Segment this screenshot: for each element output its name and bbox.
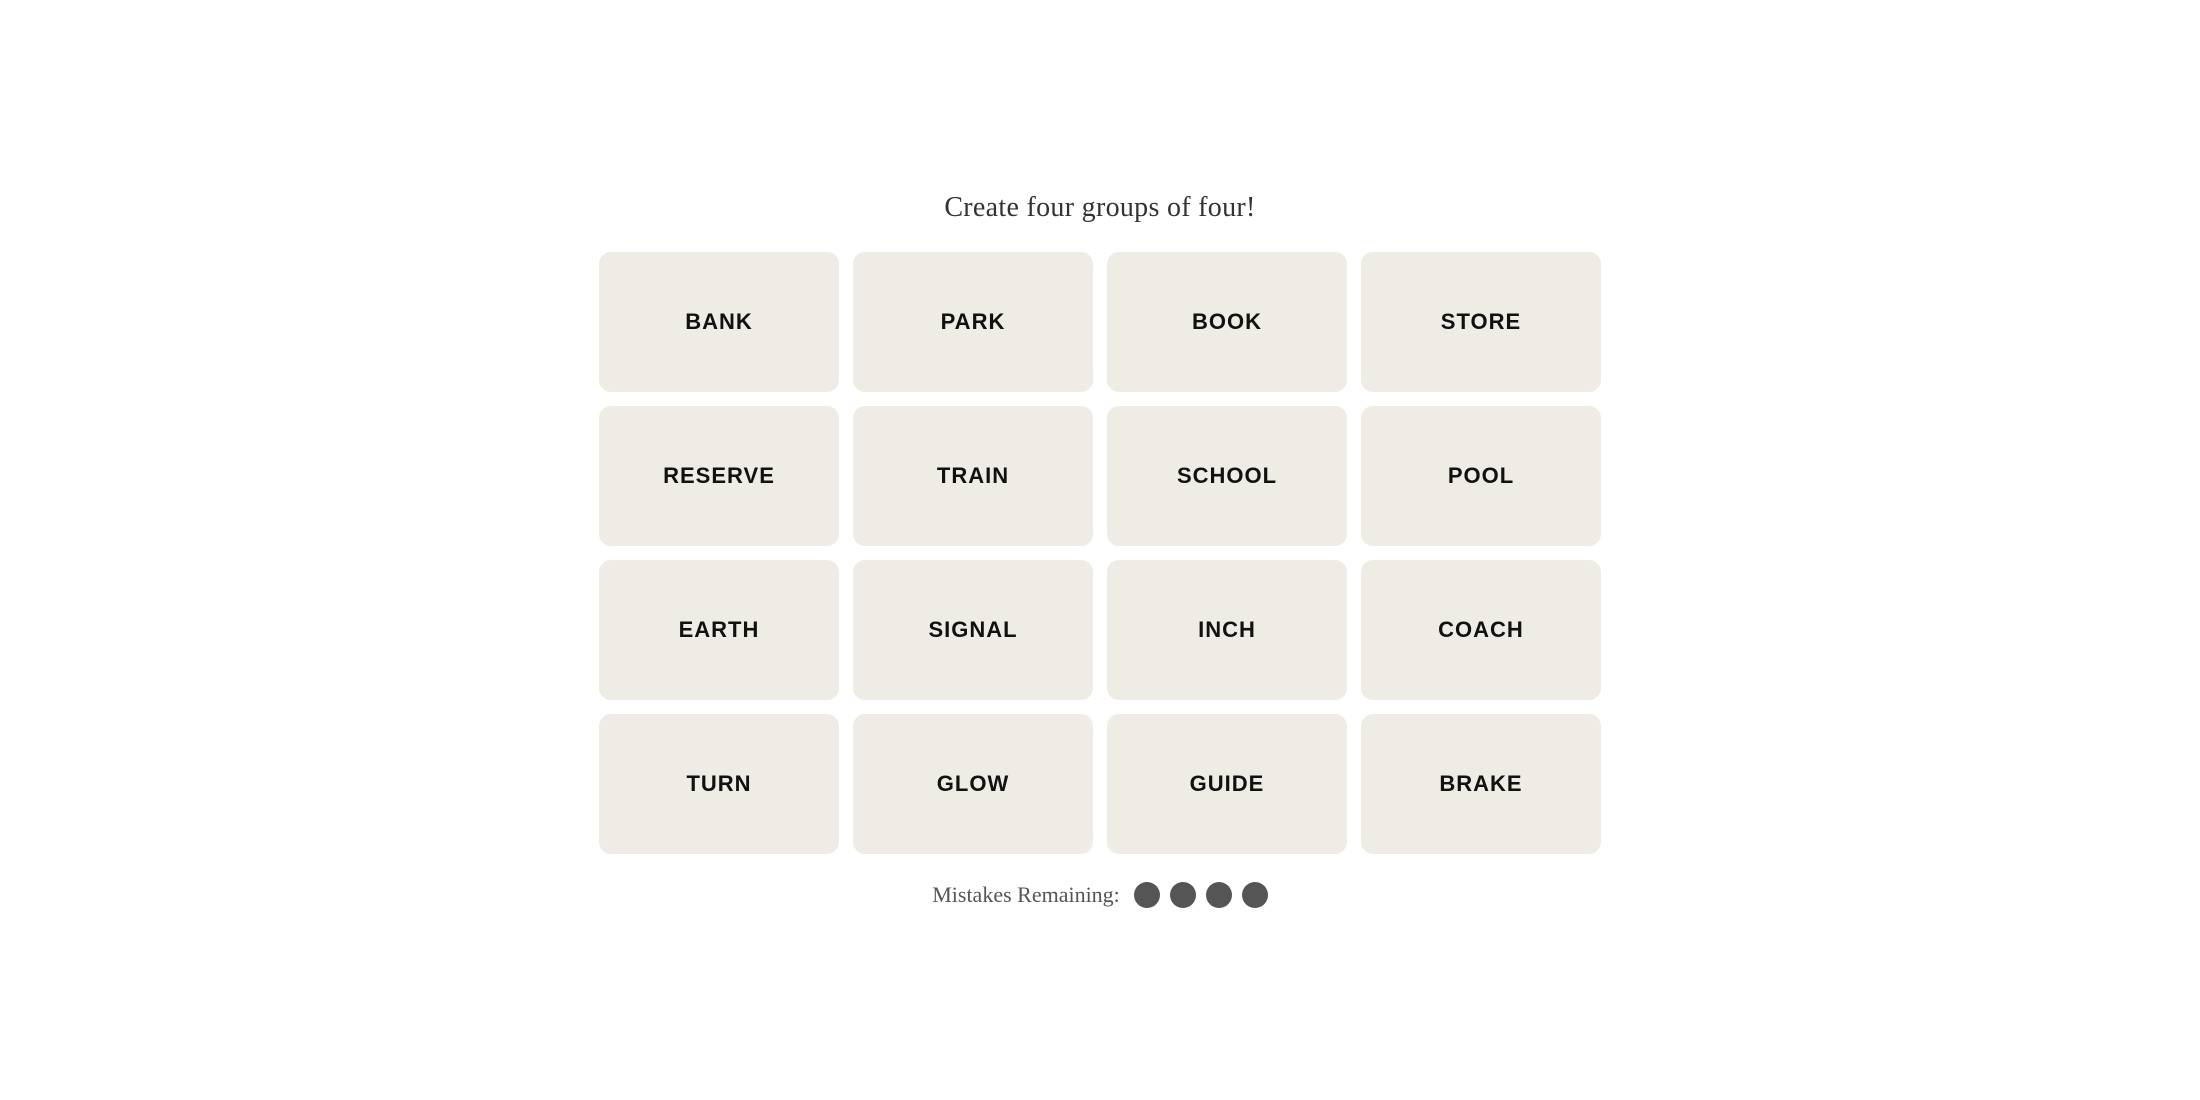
tile-label-signal: SIGNAL <box>928 617 1017 643</box>
tile-label-bank: BANK <box>685 309 753 335</box>
game-container: Create four groups of four! BANK PARK BOOK… <box>550 192 1650 908</box>
tile-label-pool: POOL <box>1448 463 1514 489</box>
tile-brake[interactable]: BRAKE <box>1361 714 1601 854</box>
tile-glow[interactable]: GLOW <box>853 714 1093 854</box>
tile-label-earth: EARTH <box>679 617 760 643</box>
mistakes-area: Mistakes Remaining: <box>932 882 1268 908</box>
mistakes-label: Mistakes Remaining: <box>932 882 1120 908</box>
tile-inch[interactable]: INCH <box>1107 560 1347 700</box>
tile-label-park: PARK <box>941 309 1006 335</box>
tile-label-guide: GUIDE <box>1190 771 1265 797</box>
tile-label-store: STORE <box>1441 309 1521 335</box>
tile-label-train: TRAIN <box>937 463 1009 489</box>
tile-signal[interactable]: SIGNAL <box>853 560 1093 700</box>
tile-label-book: BOOK <box>1192 309 1262 335</box>
tile-guide[interactable]: GUIDE <box>1107 714 1347 854</box>
tile-turn[interactable]: TURN <box>599 714 839 854</box>
mistake-dot-1 <box>1134 882 1160 908</box>
tile-park[interactable]: PARK <box>853 252 1093 392</box>
tile-store[interactable]: STORE <box>1361 252 1601 392</box>
tile-label-glow: GLOW <box>937 771 1009 797</box>
tile-train[interactable]: TRAIN <box>853 406 1093 546</box>
tile-label-school: SCHOOL <box>1177 463 1277 489</box>
mistake-dot-3 <box>1206 882 1232 908</box>
tile-coach[interactable]: COACH <box>1361 560 1601 700</box>
tile-earth[interactable]: EARTH <box>599 560 839 700</box>
tile-label-inch: INCH <box>1198 617 1256 643</box>
tile-school[interactable]: SCHOOL <box>1107 406 1347 546</box>
tile-book[interactable]: BOOK <box>1107 252 1347 392</box>
tile-bank[interactable]: BANK <box>599 252 839 392</box>
tile-reserve[interactable]: RESERVE <box>599 406 839 546</box>
mistake-dot-4 <box>1242 882 1268 908</box>
tile-label-brake: BRAKE <box>1439 771 1522 797</box>
word-grid: BANK PARK BOOK STORE RESERVE TRAIN SCHOOL POOL E… <box>599 252 1601 854</box>
tile-label-turn: TURN <box>686 771 751 797</box>
mistakes-dots <box>1134 882 1268 908</box>
tile-label-reserve: RESERVE <box>663 463 775 489</box>
tile-pool[interactable]: POOL <box>1361 406 1601 546</box>
mistake-dot-2 <box>1170 882 1196 908</box>
subtitle: Create four groups of four! <box>944 192 1255 224</box>
tile-label-coach: COACH <box>1438 617 1524 643</box>
